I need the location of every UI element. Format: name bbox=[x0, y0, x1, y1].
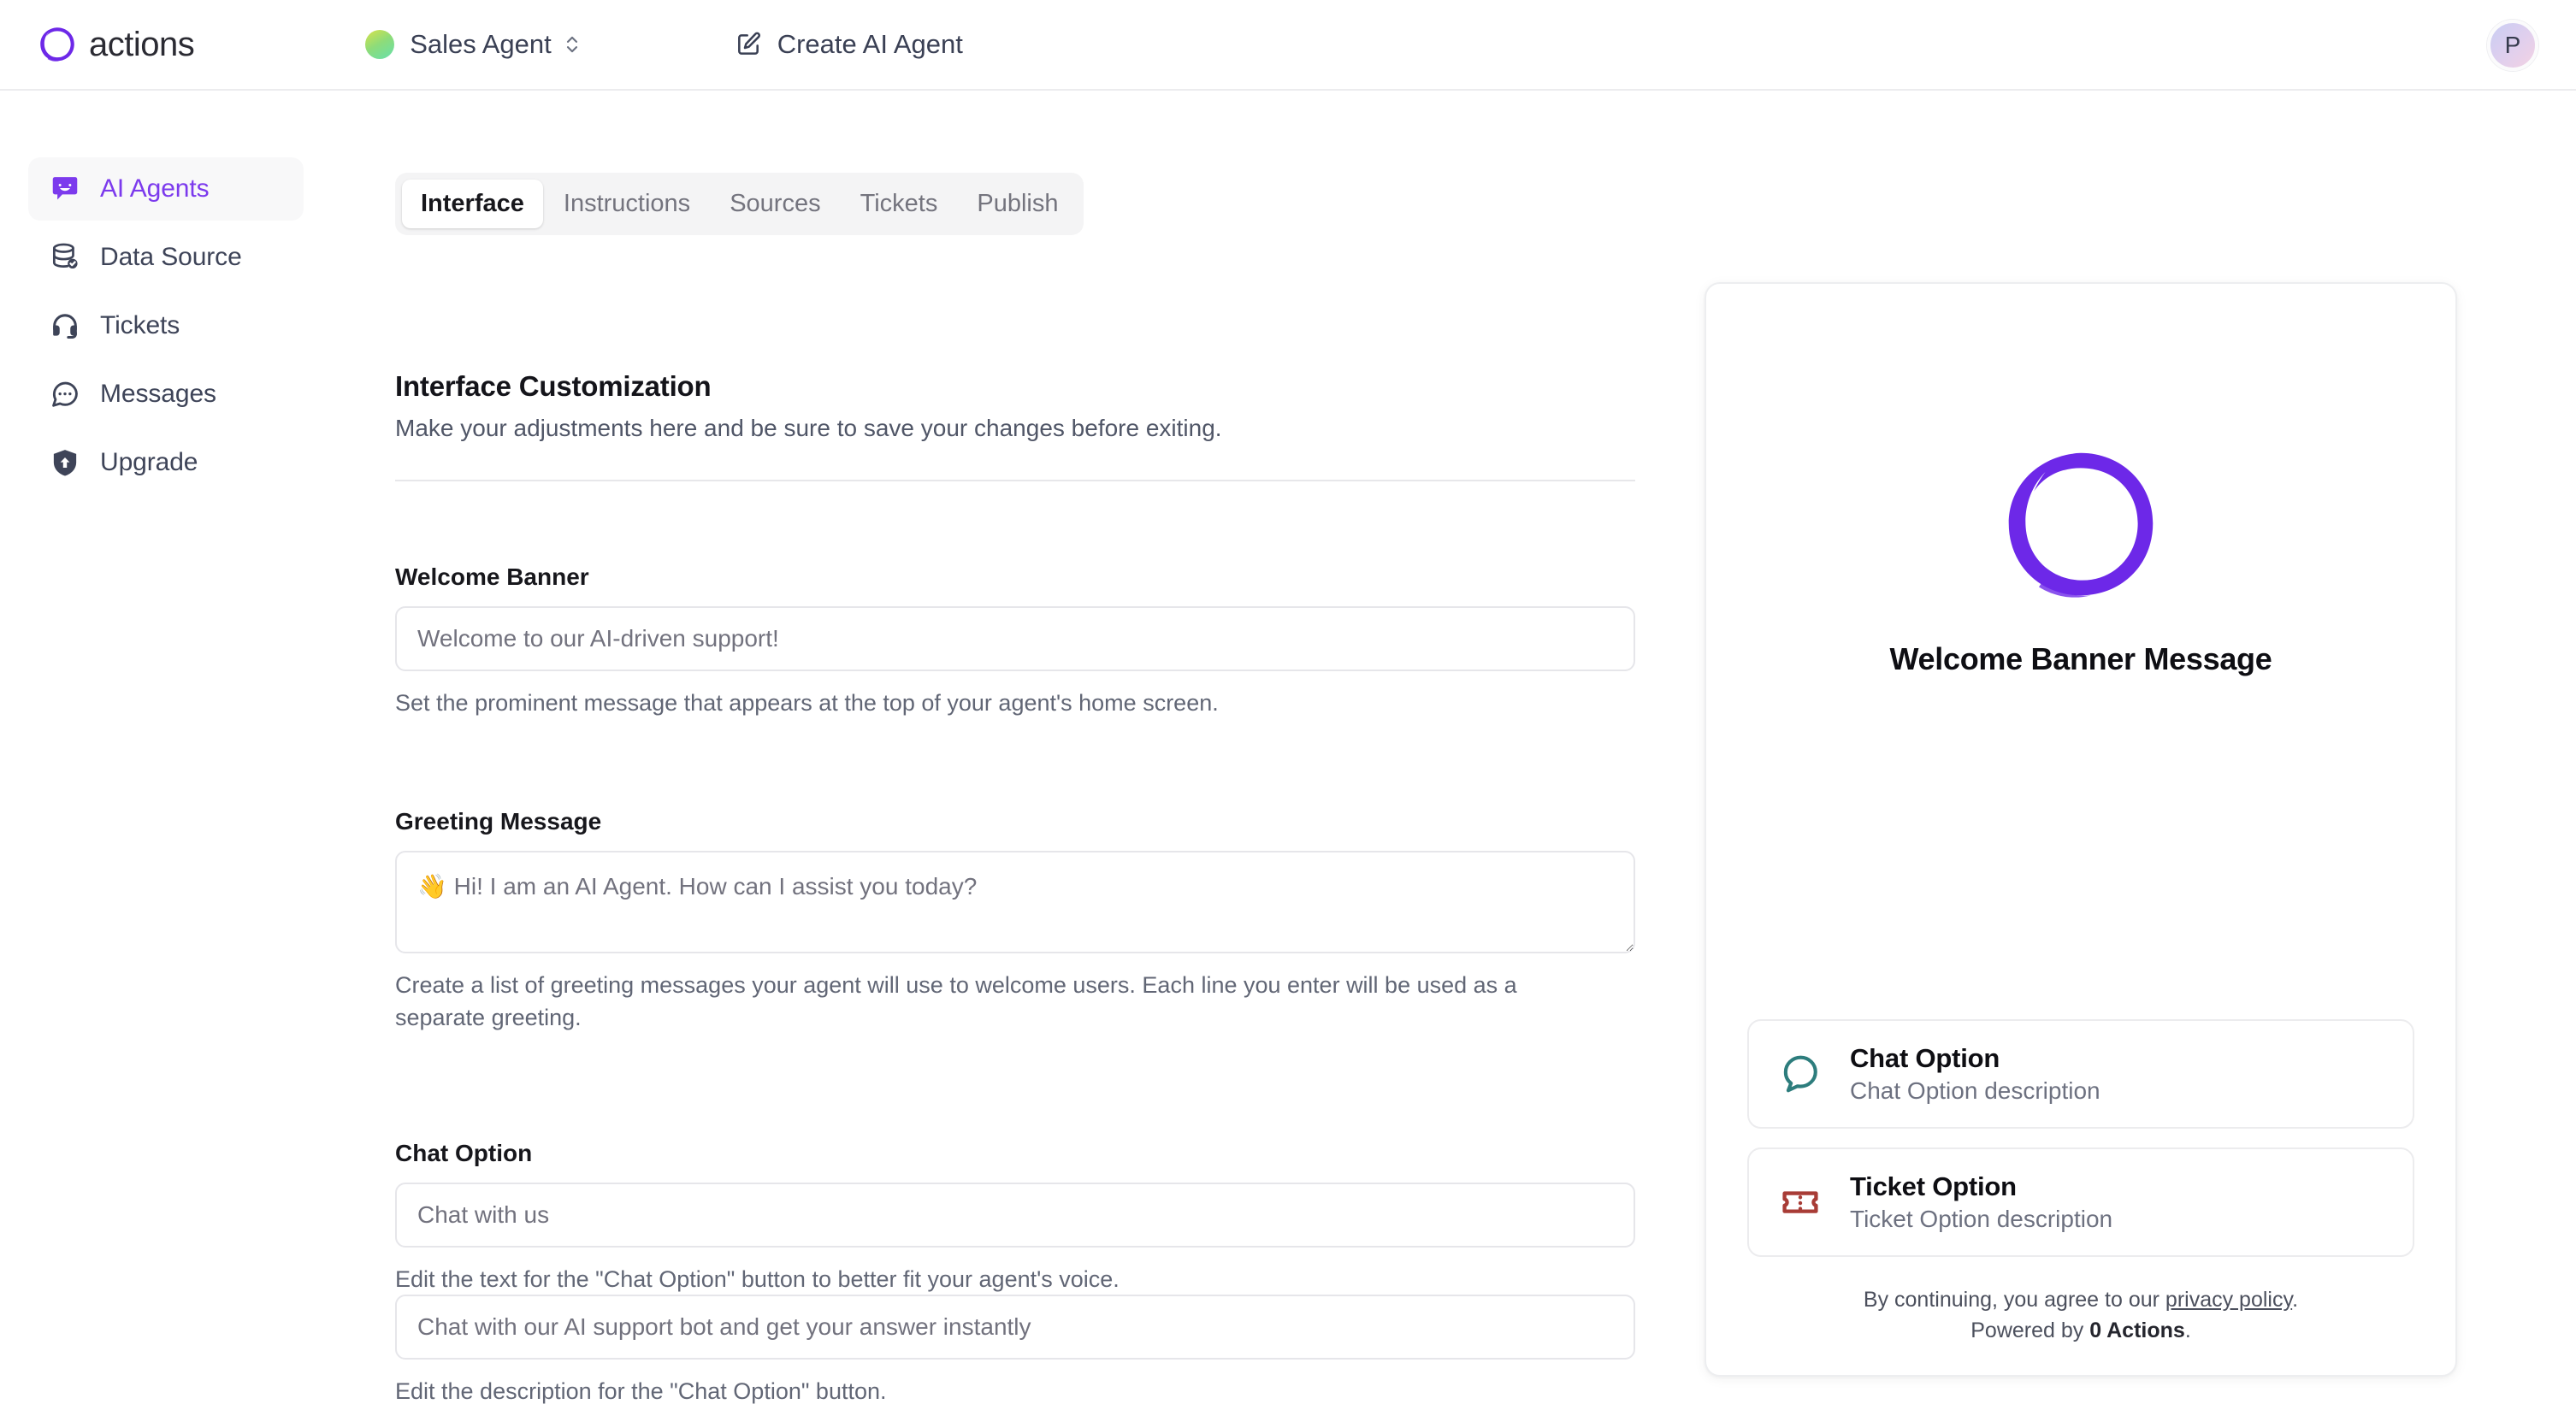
preview-option-desc: Ticket Option description bbox=[1850, 1205, 2113, 1232]
agent-selector[interactable]: Sales Agent bbox=[365, 29, 580, 60]
preview-welcome-banner: Welcome Banner Message bbox=[1889, 641, 2272, 676]
database-check-icon bbox=[49, 241, 81, 274]
sidebar-item-label: Data Source bbox=[100, 243, 242, 271]
chat-option-title-input[interactable] bbox=[395, 1183, 1635, 1248]
sidebar-item-messages[interactable]: Messages bbox=[28, 363, 304, 426]
consent-suffix: . bbox=[2292, 1287, 2299, 1312]
field-chat-option: Chat Option Edit the text for the "Chat … bbox=[395, 1140, 1635, 1295]
tab-interface[interactable]: Interface bbox=[402, 180, 543, 228]
avatar-initial: P bbox=[2504, 32, 2521, 58]
tab-bar: Interface Instructions Sources Tickets P… bbox=[395, 173, 1084, 235]
create-ai-agent-label: Create AI Agent bbox=[777, 29, 963, 59]
page-title: Interface Customization bbox=[395, 370, 712, 402]
powered-prefix: Powered by bbox=[1970, 1318, 2090, 1342]
preview-ticket-option-card[interactable]: Ticket Option Ticket Option description bbox=[1747, 1147, 2414, 1257]
chat-bubble-icon bbox=[1778, 1052, 1823, 1096]
brand-logo[interactable]: actions bbox=[38, 25, 195, 64]
chat-bot-icon bbox=[49, 173, 81, 205]
shield-up-icon bbox=[49, 446, 81, 479]
agent-color-dot bbox=[365, 30, 395, 59]
field-chat-option-description: Edit the description for the "Chat Optio… bbox=[395, 1295, 1635, 1404]
page-subtitle: Make your adjustments here and be sure t… bbox=[395, 415, 1222, 441]
avatar[interactable]: P bbox=[2487, 20, 2538, 71]
privacy-policy-link[interactable]: privacy policy bbox=[2165, 1288, 2292, 1312]
powered-brand: 0 Actions bbox=[2089, 1318, 2185, 1342]
preview-option-list: Chat Option Chat Option description Tick… bbox=[1706, 1018, 2455, 1276]
preview-brush-circle-logo-icon bbox=[1997, 284, 2165, 609]
square-pencil-icon bbox=[735, 31, 762, 58]
tab-tickets[interactable]: Tickets bbox=[842, 180, 957, 228]
field-greeting-message: Greeting Message Create a list of greeti… bbox=[395, 808, 1635, 1035]
preview-footer: By continuing, you agree to our privacy … bbox=[1706, 1276, 2455, 1376]
sidebar-item-tickets[interactable]: Tickets bbox=[28, 294, 304, 357]
ticket-icon bbox=[1778, 1180, 1823, 1224]
field-welcome-banner: Welcome Banner Set the prominent message… bbox=[395, 563, 1635, 719]
preview-chat-option-card[interactable]: Chat Option Chat Option description bbox=[1747, 1018, 2414, 1129]
greeting-message-textarea[interactable] bbox=[395, 851, 1635, 953]
headset-icon bbox=[49, 310, 81, 342]
welcome-banner-help: Set the prominent message that appears a… bbox=[395, 690, 1219, 716]
preview-option-title: Ticket Option bbox=[1850, 1171, 2017, 1201]
chat-option-desc-input[interactable] bbox=[395, 1295, 1635, 1360]
sidebar-item-label: Tickets bbox=[100, 311, 180, 339]
sidebar-item-data-source[interactable]: Data Source bbox=[28, 226, 304, 289]
welcome-banner-label: Welcome Banner bbox=[395, 563, 589, 590]
preview-option-desc: Chat Option description bbox=[1850, 1077, 2100, 1104]
main-content: Interface Instructions Sources Tickets P… bbox=[342, 91, 1710, 1404]
powered-by-line: Powered by 0 Actions. bbox=[1706, 1315, 2455, 1346]
sidebar: AI Agents Data Source Tickets Messages U… bbox=[0, 91, 342, 1404]
greeting-message-help: Create a list of greeting messages your … bbox=[395, 972, 1517, 1031]
brush-circle-logo-icon bbox=[38, 25, 77, 64]
create-ai-agent-button[interactable]: Create AI Agent bbox=[735, 29, 963, 60]
tab-publish[interactable]: Publish bbox=[958, 180, 1077, 228]
sidebar-item-label: Messages bbox=[100, 380, 216, 408]
sidebar-item-upgrade[interactable]: Upgrade bbox=[28, 431, 304, 494]
consent-line: By continuing, you agree to our privacy … bbox=[1706, 1284, 2455, 1315]
agent-preview-panel: Welcome Banner Message Chat Option Chat … bbox=[1705, 282, 2457, 1377]
agent-selector-label: Sales Agent bbox=[410, 29, 552, 59]
chat-option-desc-help: Edit the description for the "Chat Optio… bbox=[395, 1378, 887, 1404]
welcome-banner-input[interactable] bbox=[395, 606, 1635, 671]
sidebar-item-ai-agents[interactable]: AI Agents bbox=[28, 157, 304, 221]
chevron-up-down-icon bbox=[566, 32, 581, 57]
brand-name: actions bbox=[89, 25, 195, 63]
greeting-message-label: Greeting Message bbox=[395, 808, 602, 835]
chat-option-title-help: Edit the text for the "Chat Option" butt… bbox=[395, 1266, 1120, 1292]
preview-option-title: Chat Option bbox=[1850, 1042, 2000, 1073]
chat-dots-icon bbox=[49, 378, 81, 410]
sidebar-item-label: AI Agents bbox=[100, 174, 210, 203]
tab-instructions[interactable]: Instructions bbox=[545, 180, 709, 228]
consent-prefix: By continuing, you agree to our bbox=[1863, 1287, 2165, 1312]
sidebar-item-label: Upgrade bbox=[100, 448, 198, 476]
tab-sources[interactable]: Sources bbox=[711, 180, 839, 228]
chat-option-label: Chat Option bbox=[395, 1140, 533, 1166]
section-divider bbox=[395, 480, 1635, 481]
app-header: actions Sales Agent Create AI Agent P bbox=[0, 0, 2576, 91]
powered-suffix: . bbox=[2184, 1318, 2191, 1342]
